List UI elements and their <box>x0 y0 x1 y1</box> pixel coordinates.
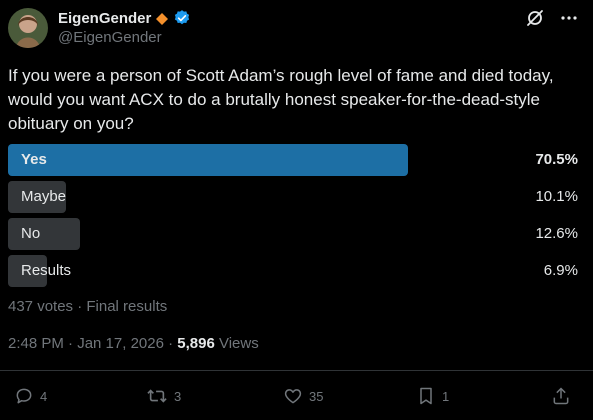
bookmark-button[interactable]: 1 <box>416 386 449 406</box>
poll-footer: 437 votes · Final results <box>8 298 168 315</box>
poll-option-label: Yes <box>21 151 47 168</box>
author-name-row: EigenGender <box>58 9 191 27</box>
more-options-icon[interactable] <box>559 8 579 28</box>
poll-option-label: Maybe <box>21 188 67 205</box>
reply-button[interactable]: 4 <box>14 386 47 406</box>
repost-button[interactable]: 3 <box>146 386 181 406</box>
heart-icon <box>283 386 303 406</box>
poll-option-no[interactable]: No 12.6% <box>8 218 578 250</box>
share-button[interactable] <box>551 386 571 406</box>
reply-icon <box>14 386 34 406</box>
tweet-top-icons <box>525 8 579 28</box>
tweet-text: If you were a person of Scott Adam’s rou… <box>8 66 554 133</box>
repost-icon <box>146 386 168 406</box>
poll-bar <box>8 144 408 176</box>
poll-bar <box>8 218 80 250</box>
bookmark-icon <box>416 386 436 406</box>
poll-option-label: No <box>21 225 41 242</box>
poll-option-results[interactable]: Results 6.9% <box>8 255 578 287</box>
author-handle[interactable]: @EigenGender <box>58 29 162 46</box>
poll-option-percent: 70.5% <box>535 151 578 168</box>
author-display-name[interactable]: EigenGender <box>58 10 151 27</box>
avatar[interactable] <box>8 8 48 48</box>
verified-badge-icon[interactable] <box>173 9 191 27</box>
reply-count: 4 <box>40 388 48 404</box>
poll-option-yes[interactable]: Yes 70.5% <box>8 144 578 176</box>
views-count: 5,896 <box>177 335 215 352</box>
share-icon <box>551 386 571 406</box>
repost-count: 3 <box>174 388 182 404</box>
poll-option-maybe[interactable]: Maybe 10.1% <box>8 181 578 213</box>
poll: Yes 70.5% Maybe 10.1% No 12.6% Results 6… <box>8 144 578 292</box>
divider <box>0 370 593 371</box>
like-button[interactable]: 35 <box>283 386 323 406</box>
tweet-timestamp[interactable]: 2:48 PM · Jan 17, 2026 · <box>8 335 177 352</box>
poll-option-label: Results <box>21 262 72 279</box>
poll-option-percent: 12.6% <box>535 225 578 242</box>
views-label: Views <box>214 335 259 352</box>
like-count: 35 <box>309 388 324 404</box>
poll-option-percent: 6.9% <box>543 262 578 279</box>
orange-diamond-icon <box>156 12 169 25</box>
poll-option-percent: 10.1% <box>535 188 578 205</box>
tweet-meta: 2:48 PM · Jan 17, 2026 · 5,896 Views <box>8 335 259 352</box>
grok-icon[interactable] <box>525 8 545 28</box>
bookmark-count: 1 <box>442 388 450 404</box>
action-bar: 4 3 35 1 <box>0 386 593 408</box>
